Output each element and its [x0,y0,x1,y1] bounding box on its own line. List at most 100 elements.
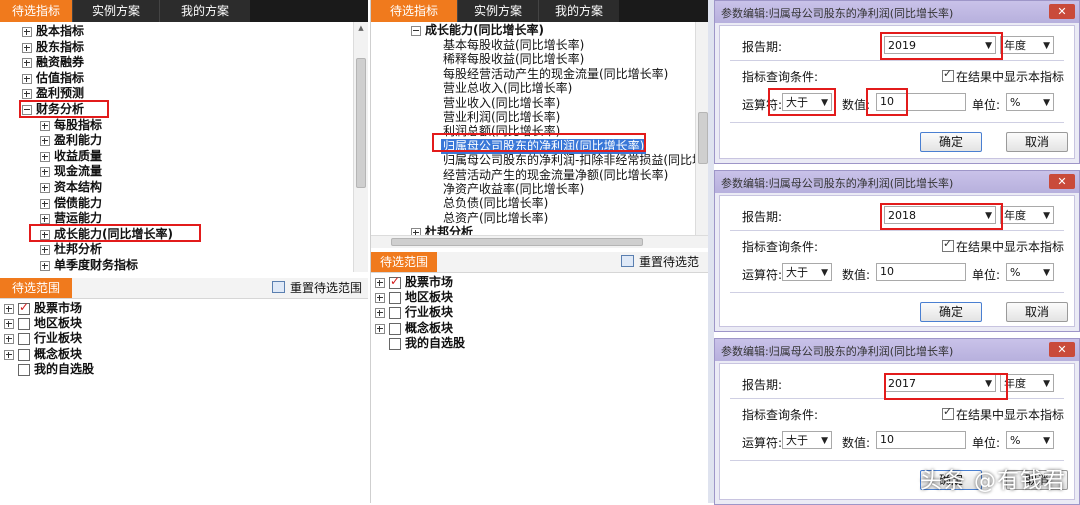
tree-node-label: 我的自选股 [405,335,466,350]
checkbox-icon[interactable] [18,300,30,315]
tree-node-label: 成长能力(同比增长率) [54,226,173,241]
expand-plus-icon[interactable] [375,278,385,288]
show-in-result-checkbox[interactable] [942,237,954,252]
dialog-titlebar[interactable]: 参数编辑:归属母公司股东的净利润(同比增长率) ✕ [715,171,1079,193]
checkbox-icon[interactable] [389,274,401,289]
tree-node-label: 概念板块 [34,346,83,361]
divider [730,60,1064,61]
tree-node-label: 总资产(同比增长率) [443,210,549,225]
close-icon[interactable]: ✕ [1049,174,1075,189]
expand-plus-icon[interactable] [40,261,50,271]
checkbox-icon[interactable] [18,333,30,346]
tab-candidate-indicators-2[interactable]: 待选指标 [371,0,457,22]
expand-plus-icon[interactable] [22,89,32,100]
unit-select[interactable]: % ▼ [1006,431,1054,449]
year-select[interactable]: 2019 ▼ [884,36,996,54]
expand-plus-icon[interactable] [4,334,14,345]
tree-node-label: 财务分析 [36,102,85,116]
expand-plus-icon[interactable] [411,228,421,235]
expand-plus-icon[interactable] [22,27,32,37]
collapse-minus-icon[interactable] [22,105,32,115]
period-label: 报告期: [742,210,783,224]
scroll-thumb-2[interactable] [698,112,708,164]
dialog-titlebar[interactable]: 参数编辑:归属母公司股东的净利润(同比增长率) ✕ [715,1,1079,23]
condition-label: 指标查询条件: [742,240,819,254]
expand-plus-icon[interactable] [4,304,14,314]
tree-node-label: 我的自选股 [34,361,95,376]
checkbox-icon[interactable] [389,292,401,305]
unit-select[interactable]: % ▼ [1006,93,1054,111]
year-select[interactable]: 2018 ▼ [884,206,996,224]
expand-plus-icon[interactable] [375,323,385,334]
operator-label: 运算符: [742,436,783,450]
expand-plus-icon[interactable] [40,229,50,240]
expand-plus-icon[interactable] [40,183,50,193]
value-input[interactable]: 10 [876,263,966,281]
expand-plus-icon[interactable] [22,73,32,84]
expand-plus-icon[interactable] [40,167,50,178]
expand-plus-icon[interactable] [375,308,385,319]
collapse-minus-icon[interactable] [411,26,421,36]
tab-example-schemes[interactable]: 实例方案 [72,0,159,22]
cancel-button[interactable]: 取消 [1006,132,1068,152]
checkbox-icon[interactable] [18,363,30,376]
tab-my-schemes[interactable]: 我的方案 [159,0,250,22]
unit-select[interactable]: % ▼ [1006,263,1054,281]
value-input[interactable]: 10 [876,431,966,449]
expand-plus-icon[interactable] [40,245,50,256]
expand-plus-icon[interactable] [40,136,50,147]
close-icon[interactable]: ✕ [1049,342,1075,357]
period-type-value: 年度 [1004,377,1026,390]
show-in-result-checkbox[interactable] [942,67,954,82]
chevron-down-icon: ▼ [1043,41,1050,51]
expand-plus-icon[interactable] [40,120,50,131]
cancel-button[interactable]: 取消 [1006,302,1068,322]
value-input[interactable]: 10 [876,93,966,111]
period-type-select[interactable]: 年度 ▼ [1000,374,1054,392]
tree-node-label: 地区板块 [405,290,454,305]
expand-plus-icon[interactable] [22,42,32,53]
tab-candidate-indicators[interactable]: 待选指标 [0,0,72,22]
expand-plus-icon[interactable] [40,214,50,225]
checkbox-icon[interactable] [389,337,401,350]
reset-range-label: 重置待选范围 [290,281,363,295]
show-in-result-checkbox[interactable] [942,405,954,420]
tab-my-schemes-2[interactable]: 我的方案 [538,0,619,22]
hscroll-thumb[interactable] [391,238,643,246]
ok-button[interactable]: 确定 [920,132,982,152]
tree-node-label: 归属母公司股东的净利润-扣除非经常损益(同比增 [443,153,695,168]
growth-tree-hscrollbar[interactable] [371,235,709,248]
tree-node-label: 概念板块 [405,320,454,335]
chevron-down-icon: ▼ [821,98,828,108]
checkbox-icon[interactable] [18,318,30,331]
expand-plus-icon[interactable] [4,349,14,360]
scroll-up-icon[interactable]: ▲ [354,24,368,32]
scroll-thumb[interactable] [356,58,366,188]
expand-plus-icon[interactable] [40,198,50,209]
tab-candidate-range[interactable]: 待选范围 [0,278,72,298]
reset-range-button-2[interactable]: 重置待选范围 [621,252,709,289]
expand-plus-icon[interactable] [4,319,14,330]
ok-button[interactable]: 确定 [920,302,982,322]
operator-select[interactable]: 大于 ▼ [782,431,832,449]
reset-range-button[interactable]: 重置待选范围 [272,278,362,298]
expand-plus-icon[interactable] [22,58,32,69]
close-icon[interactable]: ✕ [1049,4,1075,19]
checkbox-icon[interactable] [389,307,401,320]
unit-label: 单位: [972,98,1001,112]
operator-select[interactable]: 大于 ▼ [782,93,832,111]
show-in-result-label: 在结果中显示本指标 [956,408,1065,422]
indicator-tree-scrollbar[interactable]: ▲ [353,22,368,272]
tab-example-schemes-2[interactable]: 实例方案 [457,0,538,22]
period-type-select[interactable]: 年度 ▼ [1000,36,1054,54]
dialog-titlebar[interactable]: 参数编辑:归属母公司股东的净利润(同比增长率) ✕ [715,339,1079,361]
operator-select[interactable]: 大于 ▼ [782,263,832,281]
expand-plus-icon[interactable] [40,151,50,162]
checkbox-icon[interactable] [18,348,30,361]
period-type-select[interactable]: 年度 ▼ [1000,206,1054,224]
checkbox-icon[interactable] [389,322,401,335]
tab-candidate-range-2[interactable]: 待选范围 [371,252,437,272]
year-select[interactable]: 2017 ▼ [884,374,996,392]
year-value: 2018 [888,209,916,222]
expand-plus-icon[interactable] [375,293,385,304]
